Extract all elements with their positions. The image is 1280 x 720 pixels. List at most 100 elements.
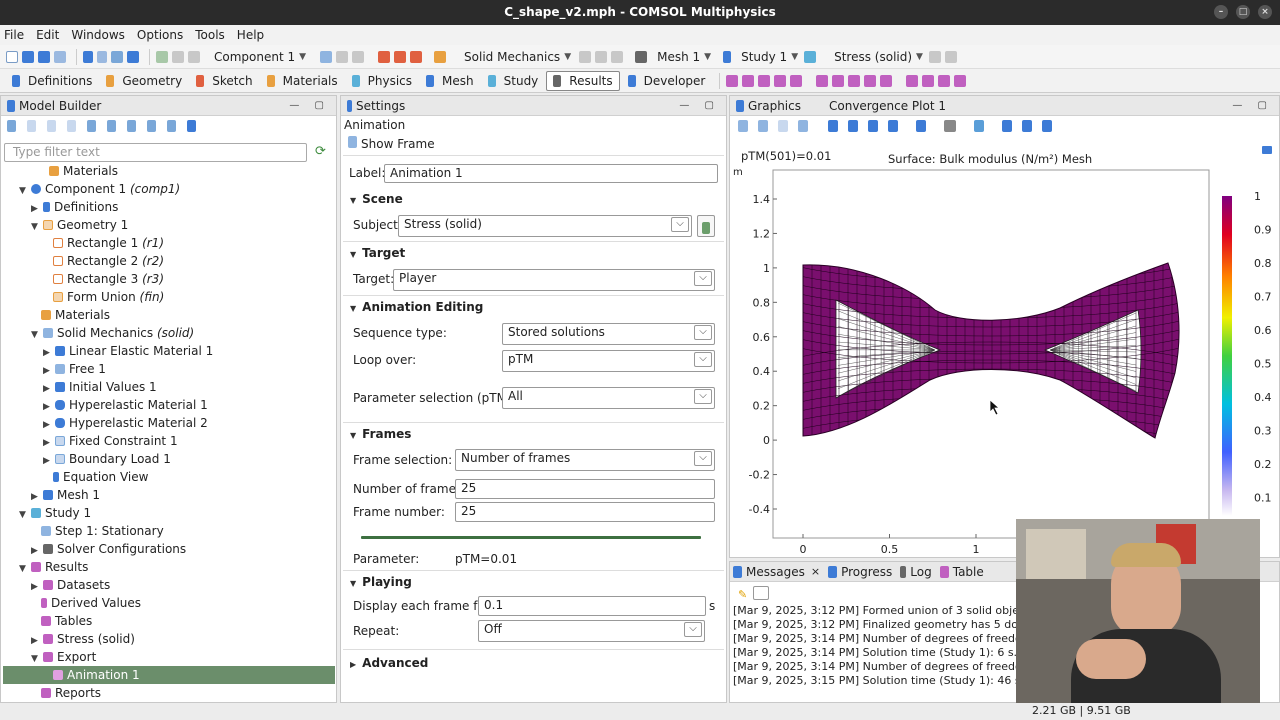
- tab-materials[interactable]: Materials: [261, 72, 344, 90]
- graphics-canvas[interactable]: pTM(501)=0.01 Surface: Bulk modulus (N/m…: [730, 138, 1279, 558]
- sort-icon[interactable]: [147, 120, 156, 132]
- tab-mesh[interactable]: Mesh: [420, 72, 480, 90]
- zoom-out-icon[interactable]: [758, 120, 768, 132]
- results-tool2-icon[interactable]: [742, 74, 755, 87]
- close-tab-icon[interactable]: ×: [811, 565, 820, 578]
- redo-icon[interactable]: [97, 50, 107, 63]
- tab-developer[interactable]: Developer: [622, 72, 712, 90]
- sequence-type-select[interactable]: Stored solutions ⌵: [502, 323, 715, 345]
- zoom-box-icon[interactable]: [778, 120, 788, 132]
- frames-section[interactable]: ▼ Frames: [350, 427, 411, 441]
- tab-convergence-plot[interactable]: Convergence Plot 1: [829, 99, 946, 113]
- back-icon[interactable]: [7, 120, 16, 132]
- measure-icon[interactable]: [410, 50, 423, 63]
- results-tool11-icon[interactable]: [906, 74, 919, 87]
- tab-log[interactable]: Log: [910, 565, 931, 579]
- move-up-icon[interactable]: [47, 120, 56, 132]
- build-icon[interactable]: [378, 50, 391, 63]
- tree-item-datasets[interactable]: ▶ Datasets: [31, 576, 110, 594]
- tree-item-materials[interactable]: Materials: [41, 306, 110, 324]
- show-icon[interactable]: [87, 120, 96, 132]
- menu-edit[interactable]: Edit: [36, 28, 59, 42]
- tree-item-fixed-constraint[interactable]: ▶ Fixed Constraint 1: [43, 432, 178, 450]
- results-tool5-icon[interactable]: [790, 74, 803, 87]
- mesh-icon[interactable]: [635, 50, 648, 63]
- component-option-icon[interactable]: [172, 50, 184, 63]
- plot-option-icon[interactable]: [928, 50, 941, 63]
- forward-icon[interactable]: [27, 120, 36, 132]
- add-component-icon[interactable]: [156, 50, 168, 63]
- study-dropdown[interactable]: Study 1: [741, 50, 787, 64]
- animation-editing-section[interactable]: ▼ Animation Editing: [350, 300, 483, 314]
- tree-item-definitions[interactable]: ▶ Definitions: [31, 198, 118, 216]
- tab-messages[interactable]: Messages: [746, 565, 805, 579]
- tree-item-free[interactable]: ▶ Free 1: [43, 360, 106, 378]
- target-section[interactable]: ▼ Target: [350, 246, 405, 260]
- tab-table[interactable]: Table: [953, 565, 984, 579]
- compute-icon[interactable]: [804, 50, 817, 63]
- component-dropdown[interactable]: Component 1: [214, 50, 295, 64]
- tree-item-results[interactable]: ▼ Results: [19, 558, 88, 576]
- scene-section[interactable]: ▼ Scene: [350, 192, 403, 206]
- advanced-section[interactable]: ▶ Advanced: [350, 656, 428, 670]
- parameter-selection-select[interactable]: All ⌵: [502, 387, 715, 409]
- results-tool4-icon[interactable]: [774, 74, 787, 87]
- tab-graphics[interactable]: Graphics: [748, 99, 801, 113]
- tree-item-solver-configurations[interactable]: ▶ Solver Configurations: [31, 540, 186, 558]
- window-icon[interactable]: [111, 50, 123, 63]
- tab-study[interactable]: Study: [482, 72, 545, 90]
- frame-slider[interactable]: [361, 536, 701, 539]
- results-tool8-icon[interactable]: [848, 74, 861, 87]
- show-frame-button[interactable]: Show Frame: [348, 136, 435, 151]
- close-icon[interactable]: ×: [1258, 5, 1272, 19]
- function-icon[interactable]: [352, 50, 365, 63]
- tree-item-geometry[interactable]: ▼ Geometry 1: [31, 216, 128, 234]
- tree-item-rectangle-3[interactable]: Rectangle 3 (r3): [53, 270, 164, 288]
- help-icon[interactable]: [127, 50, 139, 63]
- tree-item-derived-values[interactable]: Derived Values: [41, 594, 141, 612]
- tree-item-hyperelastic-2[interactable]: ▶ Hyperelastic Material 2: [43, 414, 208, 432]
- results-tool14-icon[interactable]: [954, 74, 967, 87]
- clear-messages-icon[interactable]: ✎: [738, 588, 747, 601]
- axes-icon[interactable]: [916, 120, 926, 132]
- frame-number-field[interactable]: 25: [455, 502, 715, 522]
- physics-option2-icon[interactable]: [595, 50, 608, 63]
- grid-icon[interactable]: [167, 120, 176, 132]
- zoom-selection-icon[interactable]: [868, 120, 878, 132]
- tree-item-initial-values[interactable]: ▶ Initial Values 1: [43, 378, 157, 396]
- open-file-icon[interactable]: [22, 50, 34, 63]
- copy-messages-icon[interactable]: [753, 586, 769, 600]
- results-tool7-icon[interactable]: [832, 74, 845, 87]
- results-tool12-icon[interactable]: [922, 74, 935, 87]
- zoom-in-icon[interactable]: [738, 120, 748, 132]
- playing-section[interactable]: ▼ Playing: [350, 575, 412, 589]
- tree-item-solid-mechanics[interactable]: ▼ Solid Mechanics (solid): [31, 324, 194, 342]
- tree-item-mesh[interactable]: ▶ Mesh 1: [31, 486, 100, 504]
- repeat-select[interactable]: Off ⌵: [478, 620, 705, 642]
- plot-dropdown[interactable]: Stress (solid): [834, 50, 912, 64]
- menu-tools[interactable]: Tools: [195, 28, 225, 42]
- tree-item-stress[interactable]: ▶ Stress (solid): [31, 630, 135, 648]
- tab-sketch[interactable]: Sketch: [190, 72, 258, 90]
- move-down-icon[interactable]: [67, 120, 76, 132]
- collapse-icon[interactable]: [107, 120, 116, 132]
- build-all-icon[interactable]: [394, 50, 407, 63]
- grid-icon[interactable]: [944, 120, 956, 132]
- tree-item-rectangle-2[interactable]: Rectangle 2 (r2): [53, 252, 164, 270]
- menu-file[interactable]: File: [4, 28, 24, 42]
- tab-progress[interactable]: Progress: [841, 565, 892, 579]
- tree-item-form-union[interactable]: Form Union (fin): [53, 288, 164, 306]
- tab-definitions[interactable]: Definitions: [6, 72, 98, 90]
- tab-results[interactable]: Results: [546, 70, 620, 91]
- loop-over-select[interactable]: pTM ⌵: [502, 350, 715, 372]
- display-each-frame-field[interactable]: 0.1: [478, 596, 706, 616]
- fit-icon[interactable]: [888, 120, 898, 132]
- go-to-source-button[interactable]: [697, 215, 715, 237]
- results-tool13-icon[interactable]: [938, 74, 951, 87]
- refresh-icon[interactable]: ⟳: [315, 144, 326, 159]
- tree-item-boundary-load[interactable]: ▶ Boundary Load 1: [43, 450, 171, 468]
- panel-window-controls[interactable]: — ▢: [679, 100, 720, 111]
- subject-select[interactable]: Stress (solid) ⌵: [398, 215, 692, 237]
- results-tool3-icon[interactable]: [758, 74, 771, 87]
- light-icon[interactable]: [974, 120, 984, 132]
